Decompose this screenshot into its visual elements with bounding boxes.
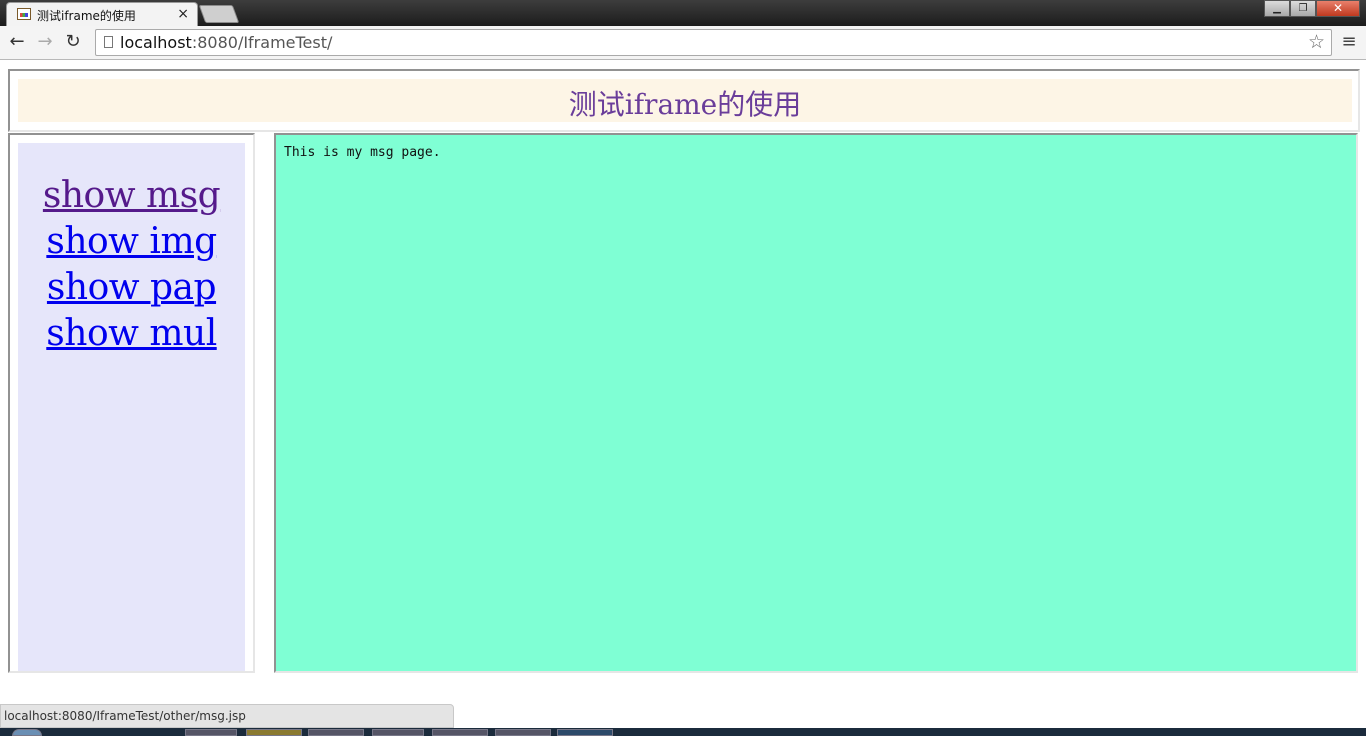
url-path: :8080/IframeTest/ xyxy=(191,33,333,52)
link-show-msg[interactable]: show msg xyxy=(18,173,245,219)
taskbar-item[interactable] xyxy=(185,729,237,736)
page-title: 测试iframe的使用 xyxy=(568,88,802,121)
address-bar[interactable]: localhost:8080/IframeTest/ ☆ xyxy=(95,29,1332,56)
restore-button[interactable]: ❐ xyxy=(1290,0,1316,17)
forward-icon[interactable]: → xyxy=(33,30,57,54)
taskbar xyxy=(0,728,1366,736)
taskbar-item[interactable] xyxy=(495,729,551,736)
status-bubble: localhost:8080/IframeTest/other/msg.jsp xyxy=(0,704,454,728)
header-iframe: 测试iframe的使用 xyxy=(8,69,1360,132)
link-show-img[interactable]: show img xyxy=(18,219,245,265)
taskbar-item[interactable] xyxy=(557,729,613,736)
favicon-icon xyxy=(17,8,31,20)
url-host: localhost xyxy=(120,33,192,52)
content-message: This is my msg page. xyxy=(284,145,441,160)
tab-close-icon[interactable]: × xyxy=(177,5,189,23)
taskbar-item[interactable] xyxy=(246,729,302,736)
taskbar-item[interactable] xyxy=(432,729,488,736)
back-icon[interactable]: ← xyxy=(5,30,29,54)
header-area: 测试iframe的使用 xyxy=(18,79,1352,122)
url-text: localhost:8080/IframeTest/ xyxy=(120,33,332,52)
window-controls: ▁ ❐ ✕ xyxy=(1264,0,1360,18)
start-button[interactable] xyxy=(12,729,42,736)
link-show-mul[interactable]: show mul xyxy=(18,311,245,357)
page-icon xyxy=(104,36,113,48)
menu-icon[interactable]: ≡ xyxy=(1340,31,1358,53)
tab-active[interactable]: 测试iframe的使用 × xyxy=(6,2,198,26)
title-bar: 测试iframe的使用 × ▁ ❐ ✕ xyxy=(0,0,1366,26)
nav-iframe: show msg show img show pap show mul xyxy=(8,133,255,673)
new-tab-button[interactable] xyxy=(198,5,240,23)
minimize-button[interactable]: ▁ xyxy=(1264,0,1290,17)
reload-icon[interactable]: ↻ xyxy=(61,30,85,54)
browser-toolbar: ← → ↻ localhost:8080/IframeTest/ ☆ ≡ xyxy=(0,26,1366,60)
status-url: localhost:8080/IframeTest/other/msg.jsp xyxy=(4,709,246,723)
taskbar-item[interactable] xyxy=(308,729,364,736)
nav-area: show msg show img show pap show mul xyxy=(18,143,245,671)
taskbar-item[interactable] xyxy=(372,729,424,736)
bookmark-star-icon[interactable]: ☆ xyxy=(1308,31,1325,53)
content-iframe: This is my msg page. xyxy=(274,133,1358,673)
close-window-button[interactable]: ✕ xyxy=(1316,0,1360,17)
tab-title: 测试iframe的使用 xyxy=(37,9,136,23)
nav-link-list: show msg show img show pap show mul xyxy=(18,173,245,357)
link-show-pap[interactable]: show pap xyxy=(18,265,245,311)
